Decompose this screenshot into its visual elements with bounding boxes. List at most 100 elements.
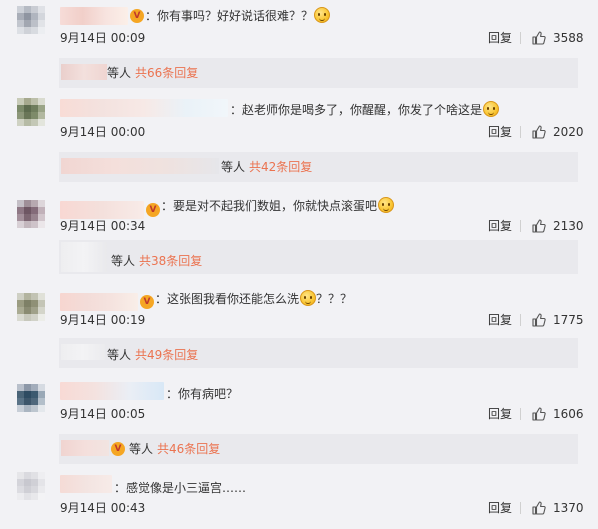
divider: [520, 32, 521, 44]
reply-users-blurred: [61, 344, 105, 360]
comment-timestamp: 9月14日 00:05: [60, 407, 146, 421]
avatar[interactable]: [17, 6, 45, 34]
username-blurred[interactable]: [60, 99, 228, 117]
comment-text-body: ：赵老师你是喝多了，你醒醒，你发了个啥这是: [230, 103, 483, 117]
comment-text-body: ：感觉像是小三逼宫……: [114, 481, 247, 495]
vip-badge-icon: V: [111, 442, 125, 456]
thumbs-up-icon: [532, 125, 546, 139]
avatar-mosaic: [17, 293, 45, 321]
replies-summary: 等人 共38条回复: [59, 240, 578, 274]
thumbs-up-icon: [532, 313, 546, 327]
like-count: 1370: [553, 501, 584, 515]
replies-who: 等人: [221, 160, 246, 174]
replies-who: 等人: [111, 254, 136, 268]
thumbs-up-icon: [532, 501, 546, 515]
replies-count-link[interactable]: 共38条回复: [139, 254, 202, 268]
avatar[interactable]: [17, 472, 45, 500]
divider: [520, 314, 521, 326]
avatar-mosaic: [17, 384, 45, 412]
replies-count-link[interactable]: 共46条回复: [157, 442, 220, 456]
reply-button[interactable]: 回复: [488, 501, 512, 515]
thumbs-up-icon: [532, 31, 546, 45]
replies-summary: 等人 共66条回复: [59, 58, 578, 88]
divider: [520, 502, 521, 514]
replies-summary: 等人 共49条回复: [59, 338, 578, 368]
divider: [520, 126, 521, 138]
replies-count-link[interactable]: 共49条回复: [135, 348, 198, 362]
like-count: 1606: [553, 407, 584, 421]
avatar-mosaic: [17, 6, 45, 34]
comment-timestamp: 9月14日 00:09: [60, 31, 146, 45]
replies-summary: 等人 共42条回复: [59, 152, 578, 182]
like-button[interactable]: 1606: [532, 407, 584, 421]
vip-badge-icon: V: [130, 9, 144, 23]
replies-count-link[interactable]: 共42条回复: [249, 160, 312, 174]
avatar[interactable]: [17, 293, 45, 321]
reply-button[interactable]: 回复: [488, 125, 512, 139]
comment-text-body: ：要是对不起我们数姐，你就快点滚蛋吧: [161, 199, 378, 213]
smiley-emoji-icon: [378, 197, 395, 213]
reply-users-blurred: [61, 64, 107, 80]
thumbs-up-icon: [532, 219, 546, 233]
comment-text: ：感觉像是小三逼宫……: [114, 479, 246, 497]
replies-text: 等人 共49条回复: [107, 348, 198, 362]
thumbs-up-icon: [532, 407, 546, 421]
comment-timestamp: 9月14日 00:43: [60, 501, 146, 515]
comment-timestamp: 9月14日 00:34: [60, 219, 146, 233]
avatar-mosaic: [17, 200, 45, 228]
avatar[interactable]: [17, 200, 45, 228]
like-button[interactable]: 2020: [532, 125, 584, 139]
smiley-emoji-icon: [300, 290, 317, 306]
avatar[interactable]: [17, 384, 45, 412]
username-blurred[interactable]: [60, 382, 164, 400]
username-blurred[interactable]: [60, 7, 128, 25]
like-button[interactable]: 3588: [532, 31, 584, 45]
divider: [520, 408, 521, 420]
username-blurred[interactable]: [60, 293, 138, 311]
comment-text: ：这张图我看你还能怎么洗 ？？？: [155, 290, 352, 308]
comment-text: ：赵老师你是喝多了，你醒醒，你发了个啥这是: [230, 101, 500, 119]
comment-timestamp: 9月14日 00:00: [60, 125, 146, 139]
like-button[interactable]: 2130: [532, 219, 584, 233]
reply-users-blurred: [61, 440, 109, 456]
replies-who: 等人: [107, 348, 132, 362]
like-count: 3588: [553, 31, 584, 45]
replies-who: 等人: [107, 66, 132, 80]
vip-badge-icon: V: [140, 295, 154, 309]
avatar-mosaic: [17, 98, 45, 126]
replies-text: 等人 共66条回复: [107, 66, 198, 80]
reply-button[interactable]: 回复: [488, 313, 512, 327]
avatar[interactable]: [17, 98, 45, 126]
comment-timestamp: 9月14日 00:19: [60, 313, 146, 327]
avatar-mosaic: [17, 472, 45, 500]
reply-button[interactable]: 回复: [488, 407, 512, 421]
comment-text-body: ：你有病吧？: [166, 387, 239, 401]
comment-text: ：你有病吧？: [166, 385, 238, 403]
like-count: 1775: [553, 313, 584, 327]
comment-text: ：你有事吗？好好说话很难？？: [145, 7, 331, 25]
comment-text: ：要是对不起我们数姐，你就快点滚蛋吧: [161, 197, 395, 215]
replies-text: 等人 共38条回复: [111, 254, 202, 268]
replies-text: 等人 共46条回复: [129, 442, 220, 456]
vip-badge-icon: V: [146, 203, 160, 217]
replies-who: 等人: [129, 442, 154, 456]
like-button[interactable]: 1775: [532, 313, 584, 327]
like-count: 2130: [553, 219, 584, 233]
replies-count-link[interactable]: 共66条回复: [135, 66, 198, 80]
comment-text-body: ：这张图我看你还能怎么洗: [155, 292, 300, 306]
replies-text: 等人 共42条回复: [221, 160, 312, 174]
divider: [520, 220, 521, 232]
smiley-emoji-icon: [483, 101, 500, 117]
username-blurred[interactable]: [60, 201, 144, 219]
replies-summary: V 等人 共46条回复: [59, 434, 578, 464]
like-button[interactable]: 1370: [532, 501, 584, 515]
comment-text-tail: ？？？: [316, 292, 353, 306]
reply-button[interactable]: 回复: [488, 219, 512, 233]
comment-text-body: ：你有事吗？好好说话很难？？: [145, 9, 314, 23]
username-blurred[interactable]: [60, 475, 112, 493]
like-count: 2020: [553, 125, 584, 139]
reply-button[interactable]: 回复: [488, 31, 512, 45]
reply-users-blurred: [61, 158, 219, 174]
smiley-emoji-icon: [314, 7, 331, 23]
reply-users-blurred: [61, 242, 107, 272]
